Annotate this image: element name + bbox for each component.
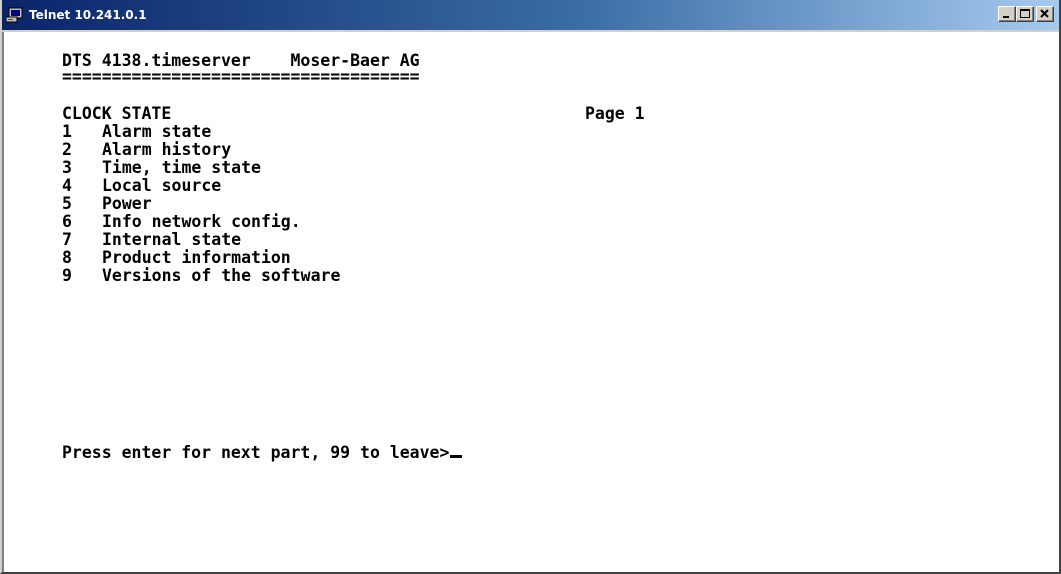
menu-item-power: 5 Power xyxy=(62,194,152,213)
window-title: Telnet 10.241.0.1 xyxy=(29,8,147,22)
menu-item-alarm-history: 2 Alarm history xyxy=(62,140,232,159)
command-prompt[interactable]: Press enter for next part, 99 to leave> xyxy=(62,443,463,462)
menu-item-software-versions: 9 Versions of the software xyxy=(62,266,341,285)
menu-item-product-information: 8 Product information xyxy=(62,248,291,267)
header-separator: ==================================== xyxy=(62,67,420,86)
menu-item-network-config: 6 Info network config. xyxy=(62,212,301,231)
menu-item-local-source: 4 Local source xyxy=(62,176,222,195)
minimize-button[interactable] xyxy=(998,6,1016,22)
section-title: CLOCK STATE xyxy=(62,104,172,123)
maximize-icon xyxy=(1020,9,1030,18)
maximize-button[interactable] xyxy=(1016,6,1034,22)
menu-item-time-state: 3 Time, time state xyxy=(62,158,261,177)
terminal-screen[interactable]: DTS 4138.timeserver Moser-Baer AG ======… xyxy=(2,32,1059,572)
close-button[interactable] xyxy=(1036,6,1054,22)
telnet-window: Telnet 10.241.0.1 DTS 4138.timeserver Mo… xyxy=(0,0,1061,574)
menu-item-internal-state: 7 Internal state xyxy=(62,230,242,249)
close-icon xyxy=(1040,9,1049,18)
prompt-text: Press enter for next part, 99 to leave> xyxy=(62,443,450,462)
text-cursor xyxy=(450,455,463,458)
page-indicator: Page 1 xyxy=(585,104,645,123)
title-bar[interactable]: Telnet 10.241.0.1 xyxy=(2,0,1059,30)
menu-item-alarm-state: 1 Alarm state xyxy=(62,122,212,141)
minimize-icon xyxy=(1003,16,1009,18)
telnet-icon[interactable] xyxy=(5,7,24,23)
